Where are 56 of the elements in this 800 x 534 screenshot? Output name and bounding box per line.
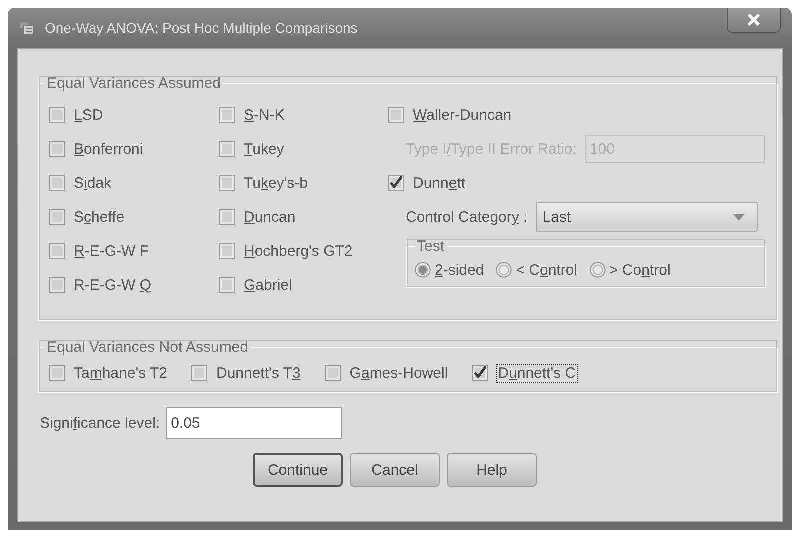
checkbox[interactable] xyxy=(49,243,65,259)
radio-label[interactable]: > Control xyxy=(610,262,671,278)
close-button[interactable] xyxy=(727,8,781,33)
checkbox-label[interactable]: Scheffe xyxy=(74,208,125,226)
checkbox-label[interactable]: LSD xyxy=(74,106,104,124)
input-field[interactable]: 0.05 xyxy=(166,407,342,439)
checkbox-label[interactable]: Games-Howell xyxy=(350,364,448,382)
checkbox[interactable] xyxy=(49,277,65,293)
checkbox-label[interactable]: Bonferroni xyxy=(74,140,144,158)
checkbox[interactable] xyxy=(219,141,235,157)
checkbox[interactable] xyxy=(388,107,404,123)
radio-label[interactable]: < Control xyxy=(516,262,578,278)
dropdown[interactable]: Last xyxy=(536,202,758,232)
dialog-button[interactable]: Cancel xyxy=(350,453,440,487)
field-label: Significance level: xyxy=(40,414,160,432)
radio-button[interactable] xyxy=(590,262,606,278)
group-title: Equal Variances Not Assumed xyxy=(46,339,250,356)
checkbox-label[interactable]: Waller-Duncan xyxy=(413,106,512,124)
close-icon[interactable] xyxy=(747,14,761,26)
dropdown-caret-icon[interactable] xyxy=(732,214,745,220)
checkbox[interactable] xyxy=(219,175,235,191)
checkbox-label[interactable]: S-N-K xyxy=(244,106,285,124)
checkbox[interactable] xyxy=(49,365,65,381)
group-title: Test xyxy=(416,238,446,255)
checkbox-label[interactable]: Dunnett xyxy=(413,174,466,192)
checkbox-label[interactable]: Tukey's-b xyxy=(244,174,308,192)
dialog-button[interactable]: Continue xyxy=(253,453,343,487)
checkbox[interactable] xyxy=(324,365,341,381)
checkbox[interactable] xyxy=(219,107,235,123)
radio-button[interactable] xyxy=(496,262,512,278)
checkbox-label[interactable]: Dunnett's T3 xyxy=(216,364,301,382)
checkbox[interactable] xyxy=(49,141,65,157)
radio-button[interactable] xyxy=(415,262,431,278)
checkbox[interactable] xyxy=(219,243,235,259)
dialog-button[interactable]: Help xyxy=(447,453,537,487)
checkbox[interactable] xyxy=(219,277,235,293)
checkbox[interactable] xyxy=(49,209,65,225)
dropdown-label: Control Category : xyxy=(406,208,528,226)
checkbox-label[interactable]: Dunnett's C xyxy=(497,364,578,382)
radio-label[interactable]: 2-sided xyxy=(435,262,484,278)
group-title: Equal Variances Assumed xyxy=(46,75,222,92)
window-title: One-Way ANOVA: Post Hoc Multiple Comparisons xyxy=(45,20,359,36)
checkbox[interactable] xyxy=(191,365,208,381)
checkbox[interactable] xyxy=(388,175,404,191)
checkbox-label[interactable]: R-E-G-W F xyxy=(74,242,149,260)
checkbox-label[interactable]: Tukey xyxy=(244,140,284,158)
checkbox-label[interactable]: Hochberg's GT2 xyxy=(244,242,353,260)
checkbox-label[interactable]: Gabriel xyxy=(244,276,292,294)
checkbox-label[interactable]: R-E-G-W Q xyxy=(74,276,152,294)
checkbox[interactable] xyxy=(49,107,65,123)
checkbox[interactable] xyxy=(49,175,65,191)
checkbox-label[interactable]: Tamhane's T2 xyxy=(74,364,168,382)
checkbox[interactable] xyxy=(472,365,488,381)
checkbox-label[interactable]: Sidak xyxy=(74,174,112,192)
checkbox[interactable] xyxy=(219,209,235,225)
checkbox-label[interactable]: Duncan xyxy=(244,208,296,226)
